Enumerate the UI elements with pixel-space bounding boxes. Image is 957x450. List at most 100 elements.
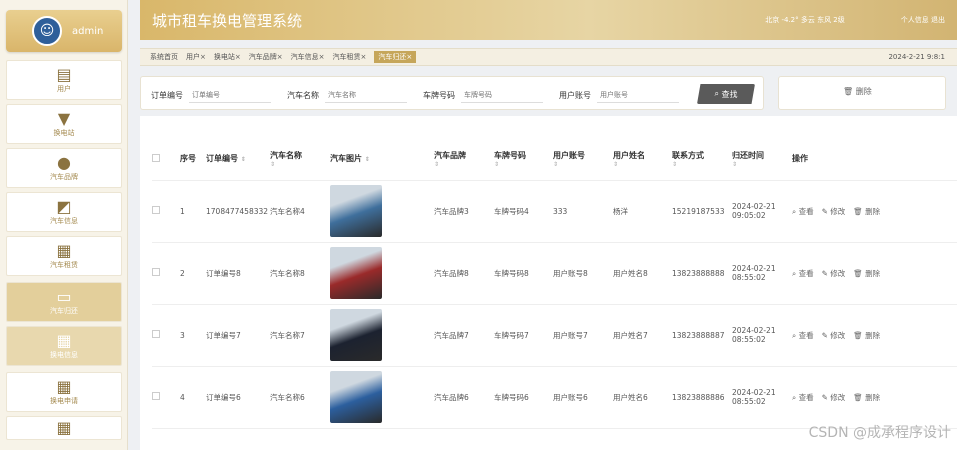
header-account[interactable]: 用户账号 ⇕ (553, 138, 613, 181)
cell-phone: 13823888887 (672, 304, 732, 367)
header: 城市租车换电管理系统 北京 -4.2° 多云 东风 2级 个人信息 退出 (140, 0, 957, 40)
view-button[interactable]: ⌕ 查看 (792, 331, 814, 340)
tab-rental[interactable]: 汽车租赁× (333, 52, 367, 62)
user-card[interactable]: ☺ admin (6, 10, 122, 52)
sidebar: ☺ admin ▤ 用户 ▼ 换电站 ● 汽车品牌 ◩ 汽车信息 ▦ 汽车租赁 ▭ 汽车归还… (0, 0, 128, 450)
order-input[interactable] (189, 87, 271, 103)
sidebar-item-label: 换电申请 (50, 397, 78, 405)
header-order[interactable]: 订单编号 ⇕ (206, 138, 270, 181)
cell-order: 订单编号7 (206, 304, 270, 367)
tab-user[interactable]: 用户× (186, 52, 206, 62)
sidebar-item-carinfo[interactable]: ◩ 汽车信息 (6, 192, 122, 232)
table-row: 3 订单编号7 汽车名称7 汽车品牌7 车牌号码7 用户账号7 用户姓名7 13… (152, 304, 957, 367)
sidebar-item-label: 汽车品牌 (50, 173, 78, 181)
tab-station[interactable]: 换电站× (214, 52, 241, 62)
datetime: 2024-2-21 9:8:1 (888, 53, 945, 61)
cell-time: 2024-02-21 09:05:02 (732, 180, 792, 243)
tab-carinfo[interactable]: 汽车信息× (291, 52, 325, 62)
cell-car: 汽车名称6 (270, 366, 330, 429)
cell-phone: 13823888886 (672, 366, 732, 429)
grid-icon: ▦ (56, 241, 72, 260)
header-name[interactable]: 用户姓名 ⇕ (613, 138, 672, 181)
view-button[interactable]: ⌕ 查看 (792, 393, 814, 402)
sidebar-item-label: 汽车归还 (50, 307, 78, 315)
header-image[interactable]: 汽车图片 ⇕ (330, 138, 434, 181)
grid-icon: ▦ (56, 418, 72, 437)
sidebar-item-user[interactable]: ▤ 用户 (6, 60, 122, 100)
account-field: 用户账号 (559, 87, 679, 103)
cell-order: 订单编号6 (206, 366, 270, 429)
tab-return[interactable]: 汽车归还× (374, 51, 417, 63)
header-links: 个人信息 退出 (901, 15, 945, 25)
edit-button[interactable]: ✎ 修改 (822, 207, 846, 216)
cell-phone: 13823888888 (672, 242, 732, 305)
trash-icon: 🗑 (843, 87, 856, 96)
sidebar-item-swapapply[interactable]: ▦ 换电申请 (6, 372, 122, 412)
view-button[interactable]: ⌕ 查看 (792, 269, 814, 278)
cell-account: 用户账号6 (553, 366, 613, 429)
search-button[interactable]: ⌕ 查找 (697, 84, 755, 104)
row-checkbox[interactable] (152, 206, 160, 214)
logout-link[interactable]: 退出 (931, 16, 945, 24)
sidebar-item-rental[interactable]: ▦ 汽车租赁 (6, 236, 122, 276)
edit-button[interactable]: ✎ 修改 (822, 393, 846, 402)
cell-plate: 车牌号码7 (494, 304, 553, 367)
car-field: 汽车名称 (287, 87, 407, 103)
cell-brand: 汽车品牌6 (434, 366, 494, 429)
delete-button[interactable]: 🗑 删除 (843, 86, 872, 97)
account-input[interactable] (597, 87, 679, 103)
sidebar-item-label: 换电信息 (50, 351, 78, 359)
cell-time: 2024-02-21 08:55:02 (732, 242, 792, 305)
header-time[interactable]: 归还时间 ⇕ (732, 138, 792, 181)
sidebar-item-return[interactable]: ▭ 汽车归还 (6, 282, 122, 322)
delete-row-button[interactable]: 🗑 删除 (853, 207, 880, 216)
cell-name: 杨洋 (613, 180, 672, 243)
sidebar-item-label: 换电站 (53, 129, 75, 137)
tab-brand[interactable]: 汽车品牌× (249, 52, 283, 62)
order-field: 订单编号 (151, 87, 271, 103)
header-plate[interactable]: 车牌号码 ⇕ (494, 138, 553, 181)
tab-home[interactable]: 系统首页 (150, 52, 178, 62)
grid-icon: ▦ (56, 377, 72, 396)
car-image[interactable] (330, 371, 382, 423)
header-phone[interactable]: 联系方式 ⇕ (672, 138, 732, 181)
cell-car: 汽车名称4 (270, 180, 330, 243)
cell-time: 2024-02-21 08:55:02 (732, 366, 792, 429)
car-image[interactable] (330, 309, 382, 361)
row-checkbox[interactable] (152, 330, 160, 338)
delete-row-button[interactable]: 🗑 删除 (853, 269, 880, 278)
delete-row-button[interactable]: 🗑 删除 (853, 393, 880, 402)
row-checkbox[interactable] (152, 268, 160, 276)
select-all-checkbox[interactable] (152, 153, 160, 162)
cell-order: 1708477458332 (206, 180, 270, 243)
car-image[interactable] (330, 247, 382, 299)
sidebar-item-swapinfo[interactable]: ▦ 换电信息 (6, 326, 122, 366)
row-checkbox[interactable] (152, 392, 160, 400)
action-panel: 🗑 删除 (778, 76, 946, 110)
plate-input[interactable] (461, 87, 543, 103)
sidebar-item-label: 汽车信息 (50, 217, 78, 225)
edit-button[interactable]: ✎ 修改 (822, 269, 846, 278)
profile-link[interactable]: 个人信息 (901, 16, 929, 24)
sidebar-item-more[interactable]: ▦ (6, 416, 122, 440)
avatar: ☺ (32, 16, 62, 46)
delete-row-button[interactable]: 🗑 删除 (853, 331, 880, 340)
cell-no: 1 (180, 180, 206, 243)
cell-no: 4 (180, 366, 206, 429)
cell-account: 333 (553, 180, 613, 243)
edit-button[interactable]: ✎ 修改 (822, 331, 846, 340)
view-button[interactable]: ⌕ 查看 (792, 207, 814, 216)
briefcase-icon: ▤ (56, 65, 72, 84)
header-ops: 操作 (792, 138, 957, 181)
sidebar-item-station[interactable]: ▼ 换电站 (6, 104, 122, 144)
sidebar-item-brand[interactable]: ● 汽车品牌 (6, 148, 122, 188)
header-car[interactable]: 汽车名称 ⇕ (270, 138, 330, 181)
data-table-panel: 序号 订单编号 ⇕ 汽车名称 ⇕ 汽车图片 ⇕ 汽车品牌 ⇕ 车牌号码 ⇕ 用户账号 ⇕… (140, 116, 957, 450)
cell-brand: 汽车品牌8 (434, 242, 494, 305)
cell-time: 2024-02-21 08:55:02 (732, 304, 792, 367)
cell-car: 汽车名称8 (270, 242, 330, 305)
search-panel: 订单编号 汽车名称 车牌号码 用户账号 ⌕ 查找 (140, 76, 764, 110)
car-input[interactable] (325, 87, 407, 103)
car-image[interactable] (330, 185, 382, 237)
header-brand[interactable]: 汽车品牌 ⇕ (434, 138, 494, 181)
